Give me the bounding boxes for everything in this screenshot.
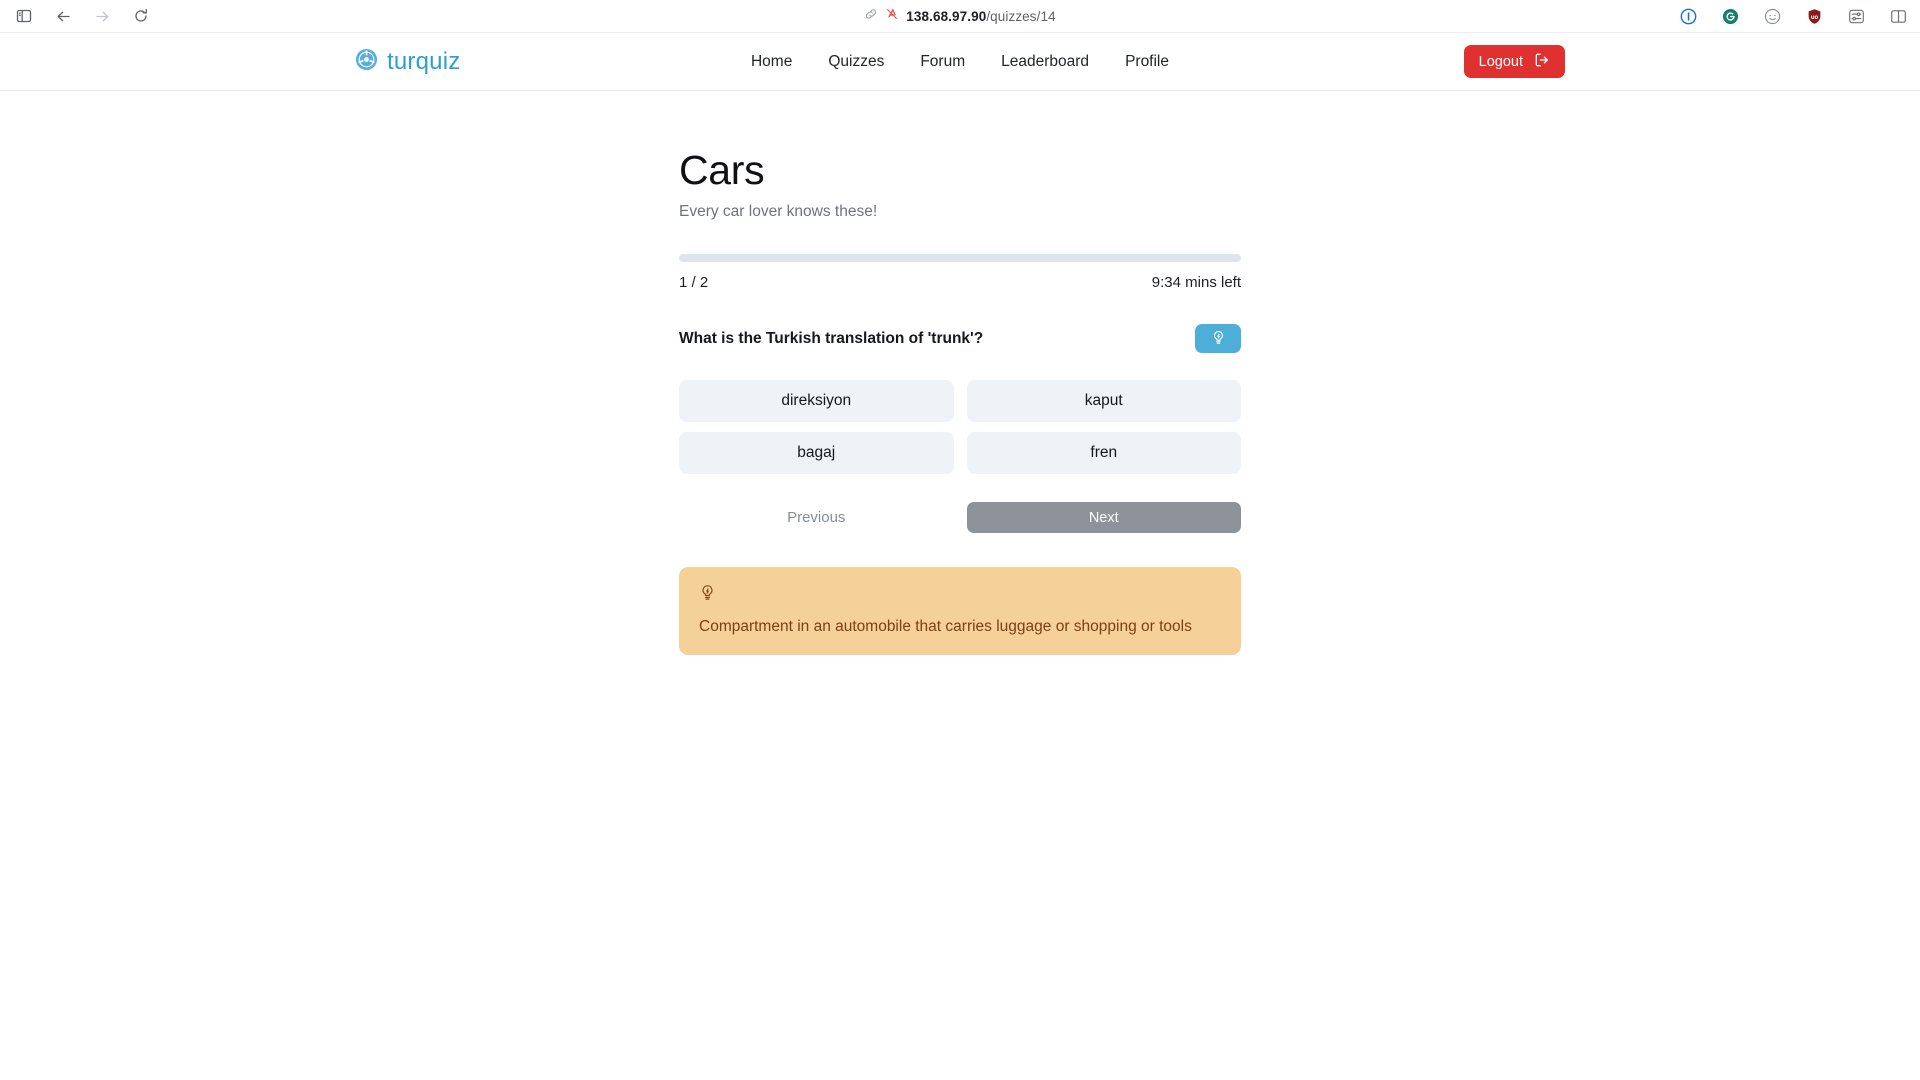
nav-item-leaderboard[interactable]: Leaderboard [1001, 53, 1089, 71]
question-counter: 1 / 2 [679, 274, 709, 292]
previous-button[interactable]: Previous [679, 502, 954, 533]
panels-icon[interactable] [1888, 6, 1908, 26]
browser-extensions: uo [1678, 6, 1908, 26]
browser-nav-controls [0, 6, 151, 26]
nav-item-quizzes[interactable]: Quizzes [828, 53, 884, 71]
face-icon[interactable] [1762, 6, 1782, 26]
sliders-icon[interactable] [1846, 6, 1866, 26]
reload-icon[interactable] [131, 6, 151, 26]
address-bar[interactable]: 138.68.97.90/quizzes/14 [0, 7, 1920, 26]
answer-option[interactable]: kaput [966, 380, 1241, 423]
browser-toolbar: 138.68.97.90/quizzes/14 uo [0, 0, 1920, 33]
arrow-left-icon[interactable] [53, 6, 73, 26]
nav-item-forum[interactable]: Forum [920, 53, 965, 71]
progress-bar [679, 254, 1241, 263]
hint-button[interactable] [1195, 324, 1241, 354]
url-text: 138.68.97.90/quizzes/14 [906, 9, 1055, 24]
onepassword-icon[interactable] [1678, 6, 1698, 26]
question-text: What is the Turkish translation of 'trun… [679, 329, 984, 347]
brand-logo[interactable]: turquiz [355, 48, 460, 76]
svg-text:uo: uo [1810, 14, 1818, 20]
lightbulb-icon [699, 584, 1221, 606]
page-title: Cars [679, 147, 765, 193]
quiz-meta-row: 1 / 2 9:34 mins left [679, 274, 1241, 291]
arrow-right-icon[interactable] [92, 6, 112, 26]
nav-item-home[interactable]: Home [751, 53, 792, 71]
grammarly-icon[interactable] [1720, 6, 1740, 26]
time-left: 9:34 mins left [1151, 274, 1241, 292]
sidebar-icon[interactable] [14, 6, 34, 26]
nav-item-profile[interactable]: Profile [1125, 53, 1169, 71]
quiz-actions: Previous Next [679, 502, 1241, 534]
hint-box: Compartment in an automobile that carrie… [679, 567, 1241, 656]
main-nav: Home Quizzes Forum Leaderboard Profile [751, 53, 1169, 71]
next-button[interactable]: Next [966, 502, 1241, 534]
quiz-container: Cars Every car lover knows these! 1 / 2 … [679, 147, 1241, 656]
question-row: What is the Turkish translation of 'trun… [679, 324, 1241, 354]
page-body: Cars Every car lover knows these! 1 / 2 … [0, 91, 1920, 656]
tracker-blocked-icon [885, 7, 899, 26]
answer-option[interactable]: bagaj [679, 432, 954, 475]
answer-options: direksiyon kaput bagaj fren [679, 380, 1241, 475]
brand-name: turquiz [387, 47, 461, 75]
link-icon [864, 7, 878, 26]
hint-text: Compartment in an automobile that carrie… [699, 618, 1192, 636]
url-host: 138.68.97.90 [906, 8, 987, 24]
url-path: /quizzes/14 [986, 8, 1056, 24]
logout-button[interactable]: Logout [1463, 45, 1565, 78]
answer-option[interactable]: direksiyon [679, 380, 954, 423]
site-header: turquiz Home Quizzes Forum Leaderboard P… [0, 33, 1920, 91]
steering-wheel-icon [355, 48, 378, 76]
lightbulb-icon [1211, 330, 1226, 348]
logout-button-label: Logout [1478, 53, 1523, 70]
quiz-description: Every car lover knows these! [679, 203, 878, 221]
logout-icon [1534, 52, 1550, 72]
shield-icon[interactable]: uo [1804, 6, 1824, 26]
answer-option[interactable]: fren [966, 432, 1241, 475]
